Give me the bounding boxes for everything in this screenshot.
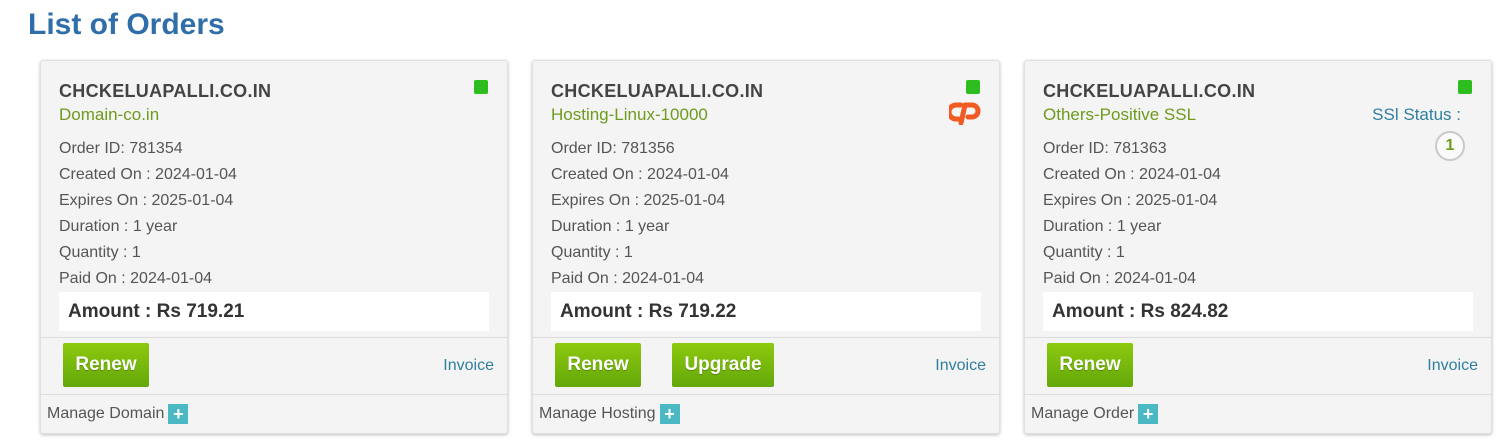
- order-amount: Amount : Rs 719.22: [551, 292, 981, 331]
- divider: [1025, 394, 1491, 395]
- order-card-domain: CHCKELUAPALLI.CO.IN Domain-co.in Order I…: [40, 60, 508, 434]
- quantity: Quantity : 1: [551, 244, 633, 261]
- divider: [1025, 337, 1491, 338]
- order-domain-name: CHCKELUAPALLI.CO.IN: [59, 81, 272, 101]
- plus-icon[interactable]: +: [659, 404, 680, 424]
- status-indicator-icon: [1458, 80, 1472, 94]
- created-on: Created On : 2024-01-04: [59, 166, 237, 183]
- ssl-status-label: SSl Status :: [1372, 105, 1461, 124]
- created-on: Created On : 2024-01-04: [1043, 166, 1221, 183]
- order-details: Order ID: 781363 Created On : 2024-01-04…: [1043, 139, 1221, 295]
- order-domain-name: CHCKELUAPALLI.CO.IN: [1043, 81, 1256, 101]
- plus-icon[interactable]: +: [168, 404, 189, 424]
- order-id: Order ID: 781363: [1043, 140, 1167, 157]
- upgrade-button[interactable]: Upgrade: [672, 343, 774, 387]
- ssl-status-badge: 1: [1435, 131, 1465, 161]
- expires-on: Expires On : 2025-01-04: [59, 192, 234, 209]
- renew-button[interactable]: Renew: [63, 343, 149, 387]
- order-amount: Amount : Rs 719.21: [59, 292, 489, 331]
- order-domain-name: CHCKELUAPALLI.CO.IN: [551, 81, 764, 101]
- renew-button[interactable]: Renew: [1047, 343, 1133, 387]
- plus-icon[interactable]: +: [1138, 404, 1159, 424]
- divider: [533, 394, 999, 395]
- status-indicator-icon: [966, 80, 980, 94]
- manage-order-link[interactable]: Manage Order +: [1031, 404, 1159, 424]
- created-on: Created On : 2024-01-04: [551, 166, 729, 183]
- divider: [533, 337, 999, 338]
- duration: Duration : 1 year: [59, 218, 178, 235]
- divider: [41, 394, 507, 395]
- status-indicator-icon: [474, 80, 488, 94]
- manage-label: Manage Order: [1031, 405, 1135, 422]
- order-card-ssl: CHCKELUAPALLI.CO.IN Others-Positive SSL …: [1024, 60, 1492, 434]
- expires-on: Expires On : 2025-01-04: [551, 192, 726, 209]
- order-product-name: Domain-co.in: [59, 105, 160, 124]
- divider: [41, 337, 507, 338]
- expires-on: Expires On : 2025-01-04: [1043, 192, 1218, 209]
- order-id: Order ID: 781354: [59, 140, 183, 157]
- order-amount: Amount : Rs 824.82: [1043, 292, 1473, 331]
- order-details: Order ID: 781354 Created On : 2024-01-04…: [59, 139, 237, 295]
- order-product-name: Hosting-Linux-10000: [551, 105, 708, 124]
- duration: Duration : 1 year: [551, 218, 670, 235]
- quantity: Quantity : 1: [1043, 244, 1125, 261]
- order-id: Order ID: 781356: [551, 140, 675, 157]
- renew-button[interactable]: Renew: [555, 343, 641, 387]
- duration: Duration : 1 year: [1043, 218, 1162, 235]
- manage-domain-link[interactable]: Manage Domain +: [47, 404, 189, 424]
- order-product-name: Others-Positive SSL: [1043, 105, 1197, 124]
- page-title: List of Orders: [28, 8, 225, 41]
- invoice-link[interactable]: Invoice: [935, 357, 986, 375]
- invoice-link[interactable]: Invoice: [443, 357, 494, 375]
- order-card-hosting: CHCKELUAPALLI.CO.IN Hosting-Linux-10000 …: [532, 60, 1000, 434]
- manage-label: Manage Hosting: [539, 405, 656, 422]
- quantity: Quantity : 1: [59, 244, 141, 261]
- manage-hosting-link[interactable]: Manage Hosting +: [539, 404, 680, 424]
- cpanel-logo-icon: [949, 102, 981, 125]
- invoice-link[interactable]: Invoice: [1427, 357, 1478, 375]
- order-details: Order ID: 781356 Created On : 2024-01-04…: [551, 139, 729, 295]
- manage-label: Manage Domain: [47, 405, 165, 422]
